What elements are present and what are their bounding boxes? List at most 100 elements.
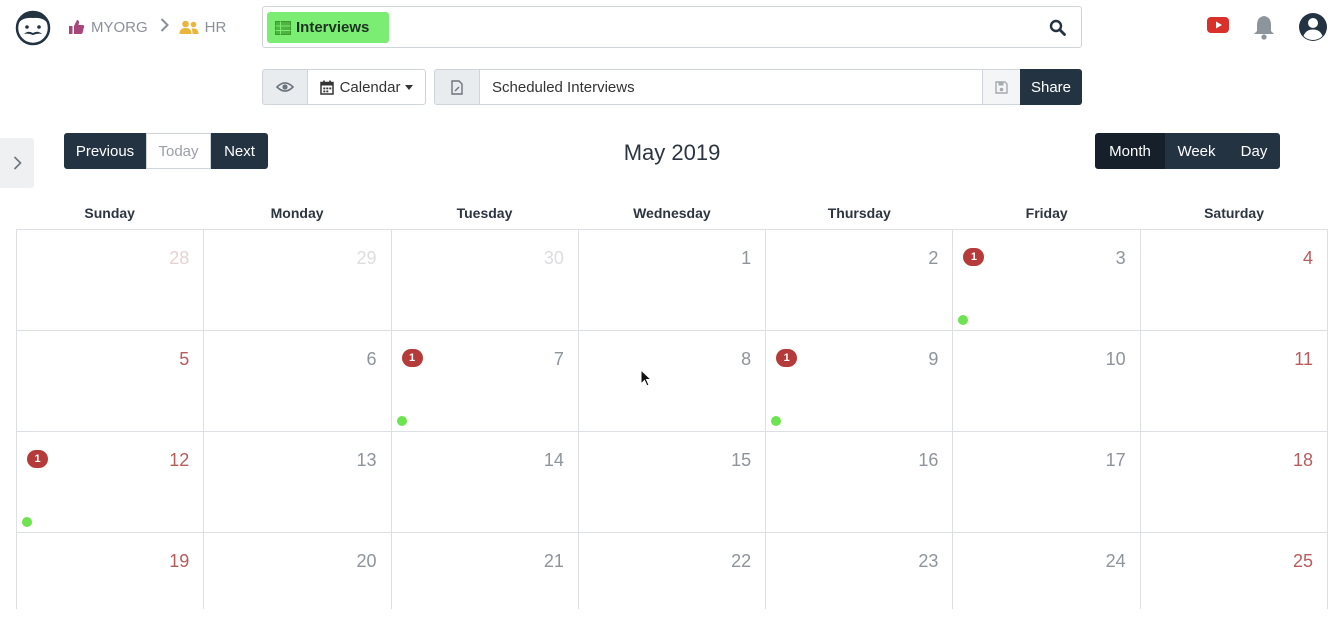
breadcrumb-org-label: MYORG bbox=[91, 18, 148, 36]
calendar-view-switch: Month Week Day bbox=[1095, 133, 1280, 169]
document-icon[interactable] bbox=[434, 69, 479, 105]
search-bar[interactable]: Interviews bbox=[262, 6, 1082, 48]
calendar-day-cell[interactable]: 8 bbox=[578, 331, 767, 432]
weekday-header: Sunday Monday Tuesday Wednesday Thursday… bbox=[16, 200, 1328, 229]
search-icon[interactable] bbox=[1049, 19, 1067, 37]
search-tag-interviews[interactable]: Interviews bbox=[267, 12, 389, 43]
table-icon bbox=[275, 20, 291, 35]
event-dot[interactable] bbox=[958, 315, 969, 325]
day-number: 3 bbox=[1115, 248, 1126, 268]
next-button[interactable]: Next bbox=[211, 133, 268, 169]
week-view-button[interactable]: Week bbox=[1165, 133, 1228, 169]
calendar-view-label: Calendar bbox=[339, 78, 401, 96]
chevron-right-icon bbox=[13, 156, 22, 170]
calendar-day-cell[interactable]: 91 bbox=[766, 331, 954, 432]
day-number: 11 bbox=[1294, 349, 1313, 369]
calendar-day-cell[interactable]: 4 bbox=[1140, 230, 1328, 331]
day-number: 22 bbox=[731, 551, 752, 571]
weekday-sunday: Sunday bbox=[84, 205, 135, 221]
breadcrumb: MYORG HR bbox=[68, 18, 226, 36]
calendar-day-cell[interactable]: 12 1 bbox=[17, 432, 205, 533]
month-title: May 2019 bbox=[623, 140, 721, 165]
calendar-icon bbox=[319, 80, 334, 95]
calendar-day-cell[interactable]: 28 bbox=[17, 230, 205, 331]
share-button[interactable]: Share bbox=[1020, 69, 1082, 105]
breadcrumb-section[interactable]: HR bbox=[179, 18, 227, 36]
day-number: 16 bbox=[918, 450, 939, 470]
event-dot[interactable] bbox=[771, 416, 782, 426]
calendar-day-cell[interactable]: 13 bbox=[204, 432, 392, 533]
day-number: 24 bbox=[1105, 551, 1126, 571]
event-count-badge[interactable]: 1 bbox=[776, 349, 798, 367]
calendar-day-cell[interactable]: 30 bbox=[391, 230, 579, 331]
weekday-tuesday: Tuesday bbox=[456, 205, 513, 221]
weekday-friday: Friday bbox=[1025, 205, 1068, 221]
day-number: 20 bbox=[356, 551, 377, 571]
calendar-day-cell[interactable]: 15 bbox=[578, 432, 767, 533]
day-number: 23 bbox=[918, 551, 939, 571]
app-logo[interactable] bbox=[14, 8, 52, 46]
calendar-day-cell[interactable]: 6 bbox=[204, 331, 392, 432]
calendar-day-cell[interactable]: 16 bbox=[766, 432, 954, 533]
report-name-input[interactable] bbox=[479, 69, 982, 105]
day-number: 10 bbox=[1105, 349, 1126, 369]
weekday-saturday: Saturday bbox=[1204, 205, 1264, 221]
breadcrumb-org[interactable]: MYORG bbox=[68, 19, 148, 36]
calendar-day-cell[interactable]: 14 bbox=[391, 432, 579, 533]
month-grid: 28 29 30 1 2 3 1 4 5 6 7 1 8 9 1 10 11 12 1 13 14 15 16 17 18 19 2… bbox=[16, 229, 1328, 609]
bell-icon[interactable] bbox=[1252, 14, 1276, 45]
eye-icon[interactable] bbox=[262, 69, 307, 105]
day-view-button[interactable]: Day bbox=[1228, 133, 1280, 169]
calendar-week-row: 28 29 30 1 2 3 1 4 bbox=[17, 230, 1328, 331]
calendar-day-cell[interactable]: 2 bbox=[766, 230, 954, 331]
calendar-week-row: 19 20 21 22 23 24 25 bbox=[17, 533, 1328, 609]
day-number: 21 bbox=[543, 551, 564, 571]
event-count-badge[interactable]: 1 bbox=[27, 450, 48, 468]
calendar-day-cell[interactable]: 71 bbox=[391, 331, 579, 432]
calendar-day-cell[interactable]: 1 bbox=[578, 230, 767, 331]
day-number: 6 bbox=[366, 349, 377, 369]
previous-button[interactable]: Previous bbox=[64, 133, 146, 169]
calendar-day-cell[interactable]: 24 bbox=[953, 533, 1141, 609]
calendar-view-dropdown[interactable]: Calendar bbox=[307, 69, 426, 105]
calendar-day-cell[interactable]: 17 bbox=[953, 432, 1141, 533]
day-number: 17 bbox=[1105, 450, 1126, 470]
calendar-week-row: 5 6 7 1 8 9 1 10 11 bbox=[17, 331, 1328, 432]
calendar-day-cell[interactable]: 29 bbox=[204, 230, 392, 331]
day-number: 12 bbox=[169, 450, 190, 470]
calendar-day-cell[interactable]: 23 bbox=[766, 533, 954, 609]
month-view-button[interactable]: Month bbox=[1095, 133, 1165, 169]
save-icon[interactable] bbox=[982, 69, 1020, 105]
day-number: 2 bbox=[928, 248, 939, 268]
chevron-right-icon bbox=[160, 18, 169, 36]
sidebar-toggle[interactable] bbox=[0, 138, 34, 188]
event-dot[interactable] bbox=[396, 416, 407, 426]
mouse-cursor-icon bbox=[640, 368, 653, 392]
search-tag-label: Interviews bbox=[296, 19, 370, 36]
breadcrumb-section-label: HR bbox=[204, 18, 227, 36]
weekday-thursday: Thursday bbox=[827, 205, 891, 221]
day-number: 7 bbox=[553, 349, 564, 369]
calendar-day-cell[interactable]: 19 bbox=[17, 533, 205, 609]
event-count-badge[interactable]: 1 bbox=[963, 248, 985, 266]
weekday-wednesday: Wednesday bbox=[633, 205, 711, 221]
user-circle-icon[interactable] bbox=[1298, 12, 1328, 47]
calendar-day-cell[interactable]: 10 bbox=[953, 331, 1141, 432]
day-number: 15 bbox=[731, 450, 752, 470]
calendar-day-cell[interactable]: 21 bbox=[392, 533, 579, 609]
event-count-badge[interactable]: 1 bbox=[401, 349, 423, 367]
youtube-icon[interactable] bbox=[1207, 17, 1229, 38]
chevron-down-icon bbox=[405, 84, 414, 90]
today-button[interactable]: Today bbox=[146, 133, 211, 169]
calendar-day-cell[interactable]: 11 bbox=[1140, 331, 1328, 432]
event-dot[interactable] bbox=[22, 517, 32, 527]
day-number: 13 bbox=[356, 450, 377, 470]
calendar-day-cell[interactable]: 22 bbox=[579, 533, 767, 609]
calendar-day-cell[interactable]: 18 bbox=[1140, 432, 1328, 533]
calendar-day-cell[interactable]: 5 bbox=[17, 331, 205, 432]
calendar-day-cell[interactable]: 31 bbox=[953, 230, 1141, 331]
weekday-monday: Monday bbox=[270, 205, 324, 221]
day-number: 9 bbox=[928, 349, 939, 369]
calendar-day-cell[interactable]: 20 bbox=[204, 533, 392, 609]
calendar-day-cell[interactable]: 25 bbox=[1141, 533, 1328, 609]
